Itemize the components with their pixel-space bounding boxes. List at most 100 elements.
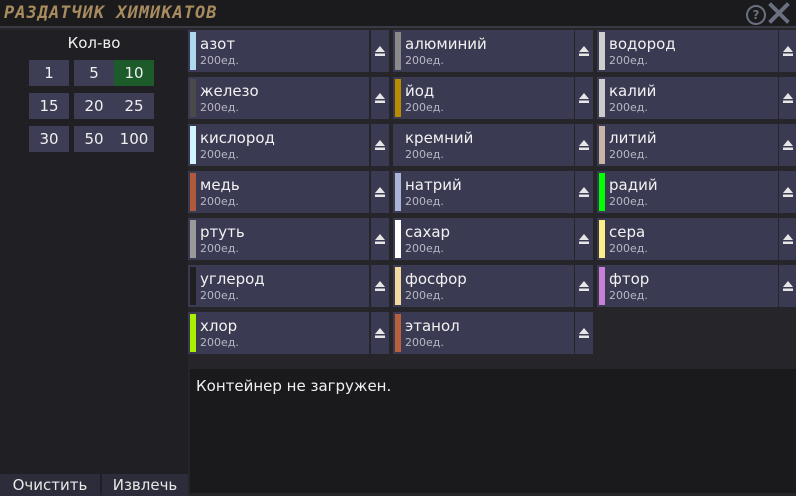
- container-status-message: Контейнер не загружен.: [196, 377, 392, 395]
- chemical-color-swatch: [190, 267, 196, 305]
- chemical-dispense-button[interactable]: железо 200ед.: [188, 77, 369, 119]
- close-icon[interactable]: [768, 2, 790, 24]
- chemical-quantity: 200ед.: [609, 148, 648, 161]
- eject-icon[interactable]: [575, 265, 593, 307]
- chemical-name: сера: [609, 223, 646, 241]
- chemical-dispense-button[interactable]: водород 200ед.: [597, 30, 778, 72]
- chemical-color-swatch: [190, 314, 196, 352]
- chemical-color-swatch: [599, 267, 605, 305]
- chemical-quantity: 200ед.: [405, 242, 444, 255]
- chemical-dispense-button[interactable]: медь 200ед.: [188, 171, 369, 213]
- chemical-color-swatch: [599, 173, 605, 211]
- chemical-dispense-button[interactable]: йод 200ед.: [393, 77, 574, 119]
- eject-icon[interactable]: [575, 124, 593, 166]
- eject-icon[interactable]: [371, 124, 389, 166]
- amount-button-50[interactable]: 50: [74, 126, 114, 152]
- chemical-color-swatch: [190, 220, 196, 258]
- chemical-color-swatch: [395, 267, 401, 305]
- chemical-dispense-button[interactable]: азот 200ед.: [188, 30, 369, 72]
- eject-icon[interactable]: [575, 171, 593, 213]
- chemical-color-swatch: [599, 32, 605, 70]
- chemical-color-swatch: [599, 79, 605, 117]
- chemical-dispense-button[interactable]: этанол 200ед.: [393, 312, 574, 354]
- chemical-quantity: 200ед.: [405, 195, 444, 208]
- chemical-quantity: 200ед.: [405, 54, 444, 67]
- eject-icon[interactable]: [371, 171, 389, 213]
- chemical-dispense-button[interactable]: калий 200ед.: [597, 77, 778, 119]
- chemical-dispense-button[interactable]: кремний 200ед.: [393, 124, 574, 166]
- eject-icon[interactable]: [779, 30, 796, 72]
- eject-icon[interactable]: [575, 30, 593, 72]
- eject-icon[interactable]: [371, 265, 389, 307]
- eject-icon[interactable]: [371, 312, 389, 354]
- chemical-dispense-button[interactable]: литий 200ед.: [597, 124, 778, 166]
- eject-icon[interactable]: [371, 30, 389, 72]
- eject-icon[interactable]: [779, 171, 796, 213]
- chemical-quantity: 200ед.: [200, 242, 239, 255]
- chemical-name: медь: [200, 176, 240, 194]
- chemical-dispense-button[interactable]: хлор 200ед.: [188, 312, 369, 354]
- chemical-quantity: 200ед.: [609, 289, 648, 302]
- chemical-quantity: 200ед.: [200, 289, 239, 302]
- eject-icon[interactable]: [371, 77, 389, 119]
- chemical-name: кислород: [200, 129, 275, 147]
- chemical-dispense-button[interactable]: ртуть 200ед.: [188, 218, 369, 260]
- chemical-dispense-button[interactable]: кислород 200ед.: [188, 124, 369, 166]
- chemical-color-swatch: [190, 173, 196, 211]
- chemical-name: водород: [609, 35, 676, 53]
- chemical-name: кремний: [405, 129, 474, 147]
- window-title: РАЗДАТЧИК ХИМИКАТОВ: [4, 3, 218, 23]
- chemical-dispense-button[interactable]: фосфор 200ед.: [393, 265, 574, 307]
- chemical-name: йод: [405, 82, 435, 100]
- chemical-quantity: 200ед.: [609, 54, 648, 67]
- chemical-name: этанол: [405, 317, 460, 335]
- chemical-dispense-button[interactable]: радий 200ед.: [597, 171, 778, 213]
- chemical-dispense-button[interactable]: сера 200ед.: [597, 218, 778, 260]
- help-icon[interactable]: ?: [746, 5, 766, 25]
- chemical-quantity: 200ед.: [200, 148, 239, 161]
- amount-button-30[interactable]: 30: [29, 126, 69, 152]
- chemical-dispense-button[interactable]: углерод 200ед.: [188, 265, 369, 307]
- amount-button-15[interactable]: 15: [29, 93, 69, 119]
- amount-button-100[interactable]: 100: [114, 126, 154, 152]
- chemical-color-swatch: [395, 220, 401, 258]
- eject-icon[interactable]: [575, 218, 593, 260]
- chemical-name: натрий: [405, 176, 462, 194]
- chemical-dispense-button[interactable]: сахар 200ед.: [393, 218, 574, 260]
- eject-icon[interactable]: [575, 312, 593, 354]
- chemical-name: алюминий: [405, 35, 487, 53]
- chemical-name: ртуть: [200, 223, 245, 241]
- title-bar: РАЗДАТЧИК ХИМИКАТОВ ?: [0, 0, 796, 28]
- chemical-color-swatch: [599, 220, 605, 258]
- container-status-panel: Контейнер не загружен.: [190, 369, 796, 493]
- chemical-name: литий: [609, 129, 657, 147]
- eject-icon[interactable]: [371, 218, 389, 260]
- chemical-color-swatch: [395, 173, 401, 211]
- chemical-quantity: 200ед.: [609, 242, 648, 255]
- chemical-name: азот: [200, 35, 236, 53]
- chemical-quantity: 200ед.: [609, 195, 648, 208]
- eject-icon[interactable]: [779, 77, 796, 119]
- amount-panel: Кол-во 1 5 10 15 20 25 30 50 100 Очистить Извлеч…: [0, 30, 188, 496]
- amount-button-5[interactable]: 5: [74, 60, 114, 86]
- eject-icon[interactable]: [779, 124, 796, 166]
- amount-button-10[interactable]: 10: [114, 60, 154, 86]
- eject-icon[interactable]: [779, 218, 796, 260]
- amount-button-1[interactable]: 1: [29, 60, 69, 86]
- chemical-dispense-button[interactable]: алюминий 200ед.: [393, 30, 574, 72]
- eject-icon[interactable]: [779, 265, 796, 307]
- chemical-name: углерод: [200, 270, 265, 288]
- chemical-dispense-button[interactable]: натрий 200ед.: [393, 171, 574, 213]
- chemical-quantity: 200ед.: [405, 148, 444, 161]
- chemical-name: радий: [609, 176, 658, 194]
- chemical-quantity: 200ед.: [405, 336, 444, 349]
- chemical-color-swatch: [395, 126, 401, 164]
- chemical-color-swatch: [190, 126, 196, 164]
- chemical-dispense-button[interactable]: фтор 200ед.: [597, 265, 778, 307]
- chemical-quantity: 200ед.: [200, 336, 239, 349]
- amount-button-25[interactable]: 25: [114, 93, 154, 119]
- eject-icon[interactable]: [575, 77, 593, 119]
- amount-button-20[interactable]: 20: [74, 93, 114, 119]
- chemical-quantity: 200ед.: [609, 101, 648, 114]
- chemical-name: калий: [609, 82, 657, 100]
